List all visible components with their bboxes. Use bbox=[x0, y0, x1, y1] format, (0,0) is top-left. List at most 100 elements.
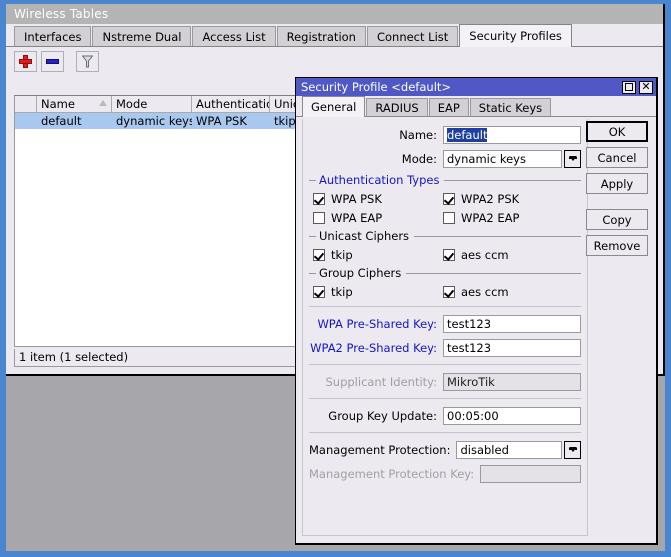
screen-root: Wireless Tables Interfaces Nstreme Dual … bbox=[0, 0, 671, 557]
column-header-authentication[interactable]: Authenticatio... bbox=[192, 96, 270, 112]
ok-button[interactable]: OK bbox=[586, 121, 648, 142]
table-toolbar bbox=[6, 47, 663, 76]
checkbox-unicast-tkip[interactable]: tkip bbox=[313, 248, 443, 262]
remove-button[interactable] bbox=[41, 51, 64, 72]
tab-static-keys[interactable]: Static Keys bbox=[469, 98, 552, 116]
group-ciphers-group: Group Ciphers tkip aes ccm bbox=[309, 266, 581, 299]
tab-general[interactable]: General bbox=[302, 96, 366, 117]
close-icon: ✕ bbox=[641, 80, 651, 93]
group-key-update-input[interactable]: 00:05:00 bbox=[443, 406, 581, 425]
tab-interfaces[interactable]: Interfaces bbox=[14, 26, 92, 46]
checkbox-wpa2-eap-label: WPA2 EAP bbox=[461, 211, 520, 225]
management-protection-key-input[interactable] bbox=[480, 464, 581, 483]
wpa2-preshared-key-input[interactable]: test123 bbox=[443, 338, 581, 357]
dialog-general-panel: Name: default Mode: dynamic keys Authent… bbox=[302, 119, 588, 536]
name-input[interactable]: default bbox=[443, 125, 581, 144]
window-title: Wireless Tables bbox=[14, 7, 109, 21]
wpa-preshared-key-control: test123 bbox=[443, 314, 581, 333]
unicast-ciphers-legend: Unicast Ciphers bbox=[309, 229, 581, 243]
apply-button[interactable]: Apply bbox=[586, 173, 648, 194]
legend-line bbox=[406, 272, 581, 274]
checkbox-wpa2-eap[interactable]: WPA2 EAP bbox=[443, 211, 573, 225]
checkbox-wpa-psk[interactable]: WPA PSK bbox=[313, 192, 443, 206]
button-gap bbox=[586, 199, 648, 204]
dialog-button-column: OK Cancel Apply Copy Remove bbox=[586, 121, 648, 256]
supplicant-identity-label: Supplicant Identity: bbox=[325, 374, 437, 389]
main-tabstrip: Interfaces Nstreme Dual Access List Regi… bbox=[6, 24, 663, 47]
group-row-1: tkip aes ccm bbox=[309, 285, 581, 299]
chevron-down-icon bbox=[568, 447, 577, 452]
management-protection-dropdown-button[interactable] bbox=[564, 440, 581, 459]
checkbox-wpa2-psk[interactable]: WPA2 PSK bbox=[443, 192, 573, 206]
checkbox-unicast-aes-ccm-box bbox=[443, 249, 455, 261]
checkbox-unicast-aes-ccm[interactable]: aes ccm bbox=[443, 248, 573, 262]
authentication-types-legend: Authentication Types bbox=[309, 173, 581, 187]
mode-field-row: Mode: dynamic keys bbox=[309, 149, 581, 168]
maximize-button[interactable] bbox=[622, 80, 636, 94]
tab-access-list[interactable]: Access List bbox=[192, 26, 276, 46]
sort-ascending-icon bbox=[99, 100, 107, 106]
legend-dash bbox=[309, 235, 316, 237]
tab-eap[interactable]: EAP bbox=[428, 98, 469, 116]
wireless-tables-titlebar: Wireless Tables bbox=[6, 4, 663, 24]
checkbox-group-aes-ccm-box bbox=[443, 286, 455, 298]
mode-control: dynamic keys bbox=[443, 149, 581, 168]
group-key-update-row: Group Key Update: 00:05:00 bbox=[309, 406, 581, 425]
authentication-types-legend-label: Authentication Types bbox=[319, 173, 440, 187]
checkbox-wpa2-psk-box bbox=[443, 193, 455, 205]
legend-line bbox=[414, 235, 581, 237]
column-header-name-label: Name bbox=[41, 97, 75, 111]
management-protection-input[interactable]: disabled bbox=[456, 440, 562, 459]
tab-security-profiles[interactable]: Security Profiles bbox=[459, 24, 572, 47]
filter-button[interactable] bbox=[76, 51, 99, 72]
wpa2-preshared-key-control: test123 bbox=[443, 338, 581, 357]
checkbox-group-aes-ccm[interactable]: aes ccm bbox=[443, 285, 573, 299]
cell-name: default bbox=[41, 114, 82, 128]
column-header-flag[interactable] bbox=[15, 96, 37, 112]
management-protection-key-control bbox=[480, 464, 581, 483]
supplicant-identity-input[interactable]: MikroTik bbox=[443, 372, 581, 391]
tab-radius[interactable]: RADIUS bbox=[366, 98, 428, 116]
name-field-row: Name: default bbox=[309, 125, 581, 144]
supplicant-identity-control: MikroTik bbox=[443, 372, 581, 391]
wpa-preshared-key-label: WPA Pre-Shared Key: bbox=[317, 316, 437, 331]
mode-input[interactable]: dynamic keys bbox=[443, 149, 562, 168]
dialog-tabstrip: General RADIUS EAP Static Keys bbox=[296, 96, 656, 117]
checkbox-unicast-tkip-box bbox=[313, 249, 325, 261]
name-control: default bbox=[443, 125, 581, 144]
unicast-ciphers-legend-label: Unicast Ciphers bbox=[319, 229, 410, 243]
checkbox-wpa2-psk-label: WPA2 PSK bbox=[461, 192, 520, 206]
management-protection-row: Management Protection: disabled bbox=[309, 440, 581, 459]
plus-icon bbox=[19, 55, 32, 68]
wpa-preshared-key-input[interactable]: test123 bbox=[443, 314, 581, 333]
tab-nstreme-dual[interactable]: Nstreme Dual bbox=[92, 26, 192, 46]
divider-1 bbox=[309, 306, 581, 307]
unicast-row-1: tkip aes ccm bbox=[309, 248, 581, 262]
checkbox-group-tkip[interactable]: tkip bbox=[313, 285, 443, 299]
column-header-mode[interactable]: Mode bbox=[112, 96, 192, 112]
checkbox-wpa-eap[interactable]: WPA EAP bbox=[313, 211, 443, 225]
name-label: Name: bbox=[399, 127, 437, 142]
remove-button[interactable]: Remove bbox=[586, 235, 648, 256]
legend-dash bbox=[309, 179, 316, 181]
group-ciphers-legend-label: Group Ciphers bbox=[319, 266, 402, 280]
divider-2 bbox=[309, 364, 581, 365]
close-button[interactable]: ✕ bbox=[639, 80, 653, 94]
tab-registration[interactable]: Registration bbox=[276, 26, 366, 46]
group-key-update-control: 00:05:00 bbox=[443, 406, 581, 425]
cell-authentication: WPA PSK bbox=[196, 114, 247, 128]
add-button[interactable] bbox=[14, 51, 37, 72]
auth-row-2: WPA EAP WPA2 EAP bbox=[309, 211, 581, 225]
wpa2-preshared-key-label: WPA2 Pre-Shared Key: bbox=[310, 340, 437, 355]
tab-connect-list[interactable]: Connect List bbox=[366, 26, 459, 46]
wpa2-psk-field-row: WPA2 Pre-Shared Key: test123 bbox=[309, 338, 581, 357]
mode-dropdown-button[interactable] bbox=[564, 149, 581, 168]
copy-button[interactable]: Copy bbox=[586, 209, 648, 230]
mode-label: Mode: bbox=[401, 151, 437, 166]
funnel-icon bbox=[82, 55, 93, 68]
supplicant-identity-row: Supplicant Identity: MikroTik bbox=[309, 372, 581, 391]
chevron-down-icon bbox=[568, 156, 577, 161]
column-header-name[interactable]: Name bbox=[37, 96, 112, 112]
legend-line bbox=[444, 179, 581, 181]
cancel-button[interactable]: Cancel bbox=[586, 147, 648, 168]
